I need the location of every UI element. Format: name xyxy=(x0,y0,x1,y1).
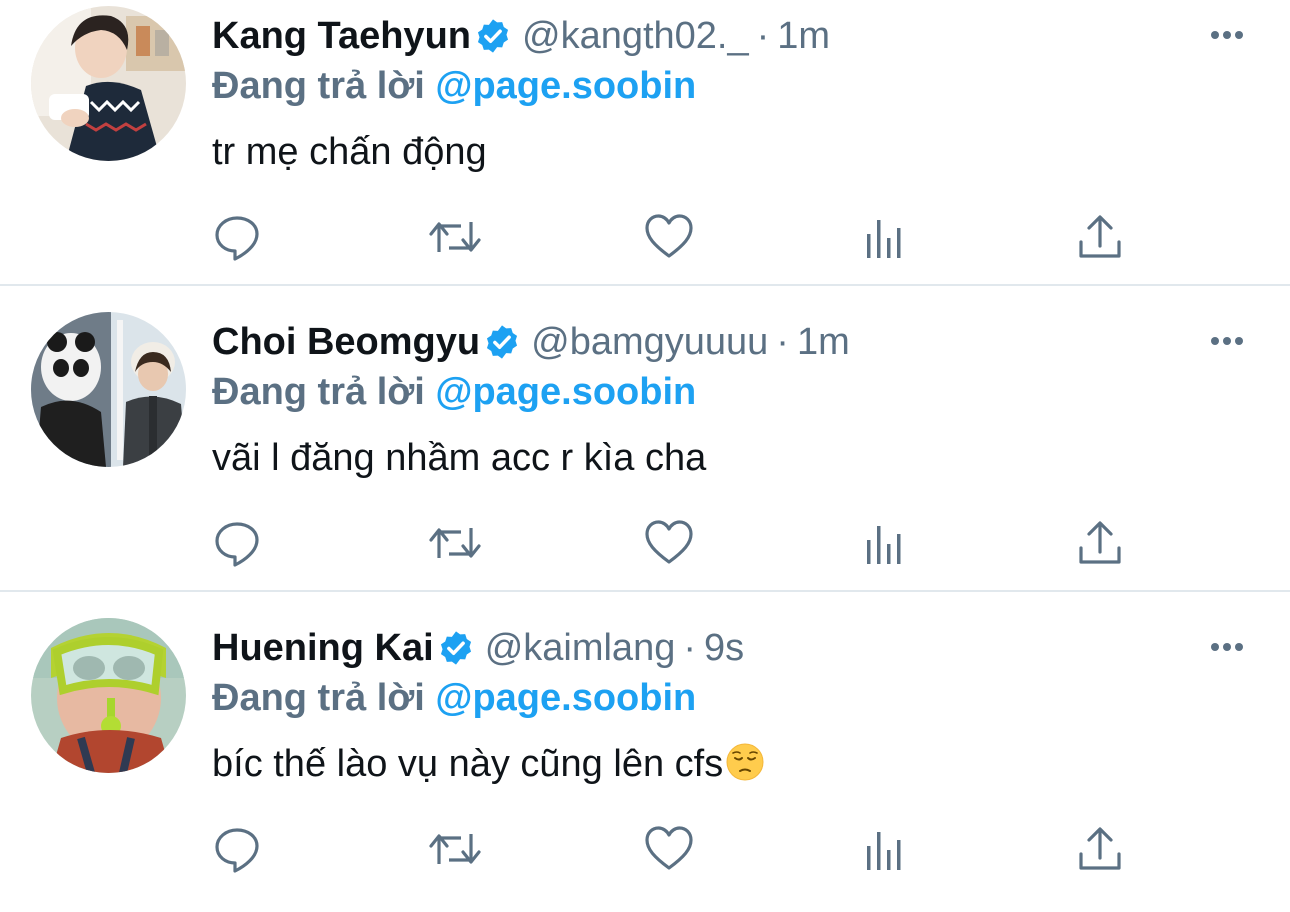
verified-badge-icon xyxy=(474,17,512,55)
share-icon[interactable] xyxy=(1075,518,1125,568)
retweet-icon[interactable] xyxy=(427,518,481,568)
tweet-text: vãi l đăng nhầm acc r kìa cha xyxy=(212,437,707,479)
tweet-divider xyxy=(0,590,1290,592)
more-options-icon[interactable] xyxy=(1205,20,1249,50)
tweet-text: bíc thế lào vụ này cũng lên cfs xyxy=(212,743,724,785)
separator-dot: · xyxy=(776,321,789,363)
tweet-card[interactable]: Kang Taehyun @kangth02._ · 1m Đang trả l… xyxy=(0,0,1290,300)
reply-icon[interactable] xyxy=(212,824,262,874)
replying-to-mention[interactable]: @page.soobin xyxy=(435,65,696,107)
timestamp[interactable]: 9s xyxy=(704,624,744,672)
tweet-card[interactable]: Choi Beomgyu @bamgyuuuu · 1m Đang trả lờ… xyxy=(0,306,1290,606)
user-handle[interactable]: @kangth02._ xyxy=(522,12,749,60)
replying-to-line: Đang trả lời @page.soobin xyxy=(212,674,696,722)
verified-badge-icon xyxy=(437,629,475,667)
replying-to-line: Đang trả lời @page.soobin xyxy=(212,368,696,416)
replying-to-label: Đang trả lời xyxy=(212,677,425,719)
avatar[interactable] xyxy=(31,618,186,773)
tweet-card[interactable]: Huening Kai @kaimlang · 9s Đang trả lời … xyxy=(0,612,1290,912)
avatar[interactable] xyxy=(31,6,186,161)
timestamp[interactable]: 1m xyxy=(797,318,850,366)
avatar[interactable] xyxy=(31,312,186,467)
like-heart-icon[interactable] xyxy=(644,824,694,874)
like-heart-icon[interactable] xyxy=(644,518,694,568)
tweet-text-container: bíc thế lào vụ này cũng lên cfs xyxy=(212,739,765,789)
retweet-icon[interactable] xyxy=(427,212,481,262)
separator-dot: · xyxy=(756,15,770,57)
reply-icon[interactable] xyxy=(212,212,262,262)
display-name[interactable]: Huening Kai xyxy=(212,624,434,672)
user-handle[interactable]: @kaimlang xyxy=(485,624,676,672)
tweet-actions xyxy=(0,824,1290,874)
tweet-text: tr mẹ chấn động xyxy=(212,131,487,173)
replying-to-label: Đang trả lời xyxy=(212,65,425,107)
display-name[interactable]: Choi Beomgyu xyxy=(212,318,480,366)
share-icon[interactable] xyxy=(1075,824,1125,874)
analytics-icon[interactable] xyxy=(860,518,910,568)
analytics-icon[interactable] xyxy=(860,212,910,262)
replying-to-mention[interactable]: @page.soobin xyxy=(435,677,696,719)
reply-icon[interactable] xyxy=(212,518,262,568)
display-name[interactable]: Kang Taehyun xyxy=(212,12,471,60)
tweet-divider xyxy=(0,284,1290,286)
like-heart-icon[interactable] xyxy=(644,212,694,262)
tweet-header: Kang Taehyun @kangth02._ · 1m xyxy=(212,12,830,60)
timestamp[interactable]: 1m xyxy=(777,12,830,60)
more-options-icon[interactable] xyxy=(1205,632,1249,662)
pensive-face-emoji-icon xyxy=(725,742,765,782)
replying-to-label: Đang trả lời xyxy=(212,371,425,413)
tweet-header: Choi Beomgyu @bamgyuuuu · 1m xyxy=(212,318,850,366)
replying-to-line: Đang trả lời @page.soobin xyxy=(212,62,696,110)
more-options-icon[interactable] xyxy=(1205,326,1249,356)
analytics-icon[interactable] xyxy=(860,824,910,874)
retweet-icon[interactable] xyxy=(427,824,481,874)
separator-dot: · xyxy=(683,627,696,669)
tweet-actions xyxy=(0,212,1290,262)
user-handle[interactable]: @bamgyuuuu xyxy=(531,318,768,366)
tweet-header: Huening Kai @kaimlang · 9s xyxy=(212,624,744,672)
tweet-actions xyxy=(0,518,1290,568)
verified-badge-icon xyxy=(483,323,521,361)
replying-to-mention[interactable]: @page.soobin xyxy=(435,371,696,413)
share-icon[interactable] xyxy=(1075,212,1125,262)
